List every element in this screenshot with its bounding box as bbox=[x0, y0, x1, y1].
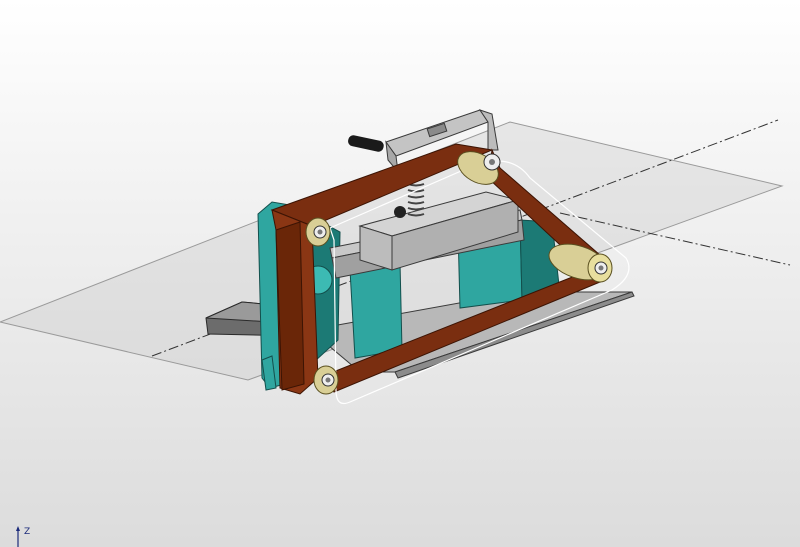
left-bottom-roller[interactable] bbox=[313, 365, 339, 395]
tension-lever-handle[interactable] bbox=[347, 134, 385, 152]
axis-z-label: Z bbox=[24, 527, 31, 537]
xyz-axis-triad-icon bbox=[0, 517, 40, 547]
belt-grinder-model[interactable] bbox=[0, 0, 800, 547]
cad-3d-viewport[interactable]: Z bbox=[0, 0, 800, 547]
spring-knob bbox=[394, 206, 406, 218]
left-top-roller[interactable] bbox=[305, 217, 331, 247]
center-support-block bbox=[349, 261, 403, 359]
